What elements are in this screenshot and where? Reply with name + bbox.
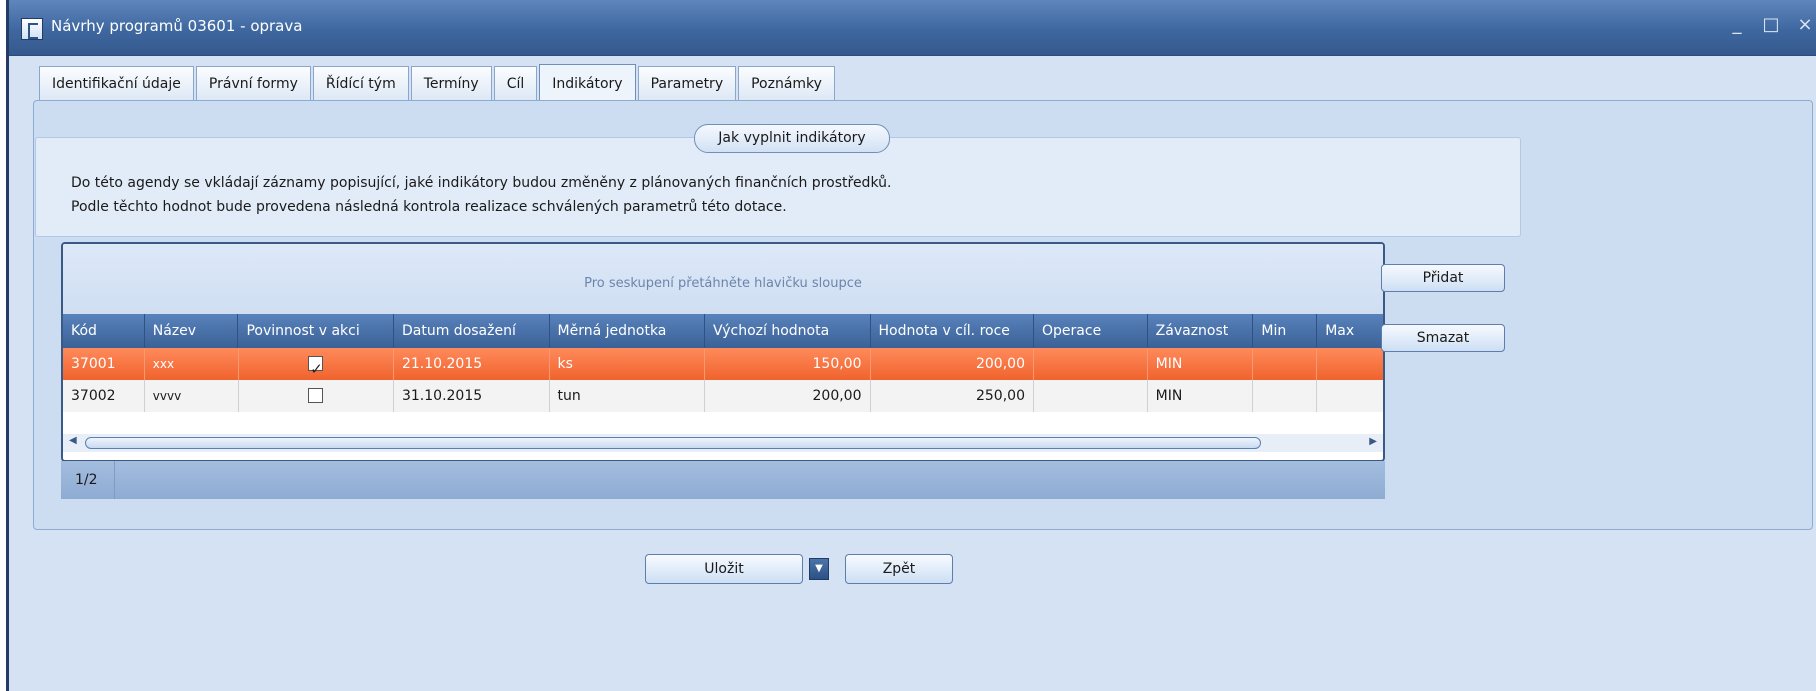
help-button[interactable]: Jak vyplnit indikátory	[694, 124, 890, 153]
column-header-operace[interactable]: Operace	[1034, 314, 1148, 348]
cell-nazev: xxx	[145, 348, 239, 380]
cell-kod: 37002	[63, 380, 145, 412]
maximize-icon[interactable]: □	[1760, 14, 1782, 36]
window-title: Návrhy programů 03601 - oprava	[51, 17, 303, 35]
add-button[interactable]: Přidat	[1381, 264, 1505, 292]
column-header-nazev[interactable]: Název	[145, 314, 239, 348]
chevron-down-icon: ▼	[815, 563, 823, 574]
cell-cilova: 200,00	[871, 348, 1034, 380]
cell-vychozi: 200,00	[705, 380, 871, 412]
scroll-left-arrow-icon[interactable]: ◀	[69, 435, 77, 446]
close-icon[interactable]: ×	[1794, 14, 1816, 36]
cell-datum: 21.10.2015	[394, 348, 550, 380]
cell-datum: 31.10.2015	[394, 380, 550, 412]
scrollbar-thumb[interactable]	[85, 437, 1261, 449]
column-header-datum[interactable]: Datum dosažení	[394, 314, 550, 348]
column-header-kod[interactable]: Kód	[63, 314, 145, 348]
back-button[interactable]: Zpět	[845, 554, 953, 584]
column-header-min[interactable]: Min	[1253, 314, 1318, 348]
column-header-cilova[interactable]: Hodnota v cíl. roce	[871, 314, 1035, 348]
cell-nazev: vvvv	[145, 380, 239, 412]
title-bar[interactable]: Návrhy programů 03601 - oprava _ □ ×	[9, 0, 1816, 56]
page-indicator: 1/2	[61, 461, 115, 499]
cell-min	[1253, 348, 1318, 380]
window: Návrhy programů 03601 - oprava _ □ × Ide…	[6, 0, 1816, 691]
column-header-povinnost[interactable]: Povinnost v akci	[238, 314, 394, 348]
column-header-vychozi[interactable]: Výchozí hodnota	[705, 314, 871, 348]
cell-operace	[1034, 380, 1148, 412]
column-header-jednotka[interactable]: Měrná jednotka	[550, 314, 706, 348]
table-row[interactable]: 37001 xxx 21.10.2015 ks 150,00 200,00 MI…	[63, 348, 1383, 380]
tab-ridici-tym[interactable]: Řídící tým	[312, 66, 409, 100]
grid-pager: 1/2	[61, 461, 1385, 499]
tab-cil[interactable]: Cíl	[493, 66, 538, 100]
info-text-line-1: Do této agendy se vkládají záznamy popis…	[71, 175, 892, 191]
indicators-grid: Pro seskupení přetáhněte hlavičku sloupc…	[61, 242, 1385, 462]
cell-cilova: 250,00	[871, 380, 1034, 412]
horizontal-scrollbar[interactable]: ◀ ▶	[63, 434, 1383, 452]
table-row[interactable]: 37002 vvvv 31.10.2015 tun 200,00 250,00 …	[63, 380, 1383, 412]
cell-max	[1317, 348, 1383, 380]
scroll-right-arrow-icon[interactable]: ▶	[1369, 436, 1377, 447]
tab-terminy[interactable]: Termíny	[410, 66, 492, 100]
tab-indikatory[interactable]: Indikátory	[539, 64, 636, 100]
cell-povinnost	[239, 348, 394, 380]
povinnost-checkbox[interactable]	[308, 388, 324, 403]
cell-povinnost	[239, 380, 394, 412]
cell-zavaznost: MIN	[1148, 348, 1254, 380]
tab-strip: Identifikační údaje Právní formy Řídící …	[39, 64, 835, 100]
tab-identifikacni-udaje[interactable]: Identifikační údaje	[39, 66, 194, 100]
column-header-zavaznost[interactable]: Závaznost	[1148, 314, 1254, 348]
delete-button[interactable]: Smazat	[1381, 324, 1505, 352]
window-controls: _ □ ×	[1726, 14, 1816, 38]
column-header-max[interactable]: Max	[1317, 314, 1383, 348]
cell-jednotka: ks	[550, 348, 706, 380]
save-button[interactable]: Uložit	[645, 554, 803, 584]
cell-jednotka: tun	[550, 380, 706, 412]
document-icon	[21, 18, 43, 40]
cell-vychozi: 150,00	[705, 348, 871, 380]
tab-poznamky[interactable]: Poznámky	[738, 66, 835, 100]
tab-parametry[interactable]: Parametry	[637, 66, 737, 100]
info-text-line-2: Podle těchto hodnot bude provedena násle…	[71, 199, 787, 215]
group-by-area[interactable]: Pro seskupení přetáhněte hlavičku sloupc…	[63, 244, 1383, 314]
povinnost-checkbox[interactable]	[308, 353, 324, 380]
grid-header-row: Kód Název Povinnost v akci Datum dosažen…	[63, 314, 1383, 348]
cell-max	[1317, 380, 1383, 412]
cell-zavaznost: MIN	[1148, 380, 1254, 412]
tab-pravni-formy[interactable]: Právní formy	[195, 66, 311, 100]
minimize-icon[interactable]: _	[1726, 14, 1748, 36]
save-options-dropdown[interactable]: ▼	[809, 558, 829, 580]
cell-min	[1253, 380, 1318, 412]
cell-kod: 37001	[63, 348, 145, 380]
cell-operace	[1034, 348, 1148, 380]
